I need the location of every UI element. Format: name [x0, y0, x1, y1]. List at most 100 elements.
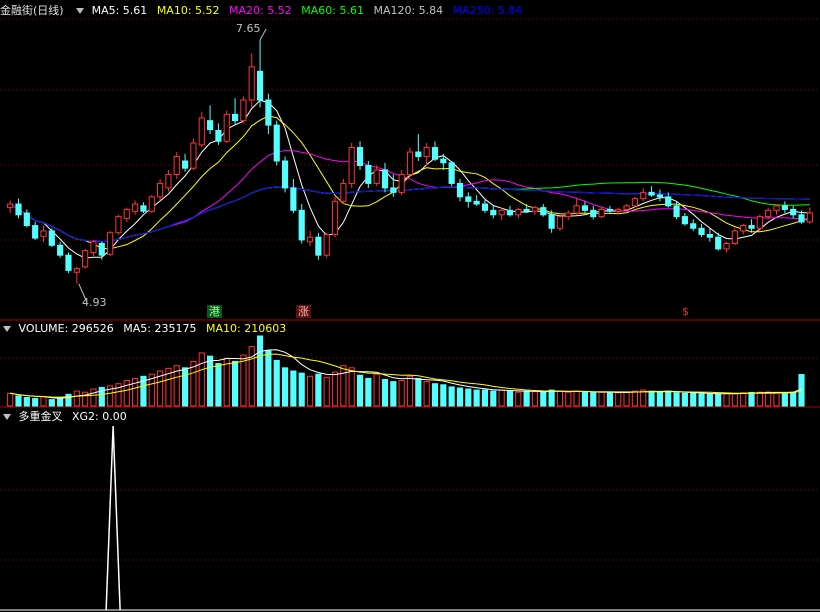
candle-body: [82, 250, 89, 268]
candle-body: [448, 162, 455, 184]
candle-body: [490, 209, 497, 216]
candle-body: [182, 160, 189, 169]
volume-bar: [615, 392, 622, 407]
volume-bar: [773, 391, 780, 407]
candle-body: [665, 196, 672, 207]
candle-body: [281, 160, 289, 189]
candle-body: [273, 124, 280, 162]
volume-bar: [706, 393, 713, 407]
candle-body: [631, 198, 638, 207]
volume-bar: [48, 399, 55, 407]
volume-bar: [198, 352, 205, 407]
candle-body: [90, 241, 97, 253]
indicator-value: XG2: 0.00: [72, 410, 127, 423]
candle-body: [215, 130, 222, 142]
candle-body: [606, 208, 613, 212]
volume-bar: [356, 374, 364, 407]
xg2-signal-spike: [105, 425, 121, 611]
high-price-label: 7.65: [236, 22, 261, 35]
volume-bar: [65, 393, 72, 407]
indicator-dropdown-icon[interactable]: [3, 413, 11, 420]
candle-body: [390, 187, 397, 193]
marker-zhang[interactable]: 涨: [296, 305, 311, 318]
candle-body: [715, 236, 722, 250]
candle-body: [623, 205, 630, 210]
candle-body: [231, 113, 239, 122]
volume-bar: [573, 390, 580, 407]
volume-bar: [73, 390, 80, 407]
volume-bar: [90, 388, 97, 407]
volume-bar: [298, 372, 305, 407]
volume-bar: [473, 389, 480, 407]
candle-body: [406, 151, 414, 175]
volume-bar: [390, 381, 397, 407]
volume-bar: [423, 381, 430, 407]
candle-body: [523, 208, 530, 212]
marker-dollar[interactable]: $: [680, 305, 691, 318]
volume-bar: [640, 389, 647, 407]
candle-body: [756, 216, 763, 229]
candle-body: [265, 99, 272, 126]
candle-body: [15, 203, 22, 216]
high-callout-line: [259, 28, 267, 41]
candle-body: [423, 147, 430, 158]
volume-bar: [306, 375, 314, 407]
volume-bar: [240, 354, 247, 407]
volume-bar: [481, 389, 489, 407]
main-legend: 金融街(日线) MA5: 5.61 MA10: 5.52 MA20: 5.52 …: [0, 3, 528, 19]
volume-bar: [548, 389, 555, 407]
volume-bar: [715, 393, 722, 407]
volume-bar: [32, 398, 39, 407]
volume-bar: [373, 373, 380, 407]
candle-body: [640, 191, 647, 200]
volume-bar: [40, 396, 47, 407]
candle-body: [240, 99, 247, 122]
marker-gang[interactable]: 港: [207, 305, 222, 318]
candle-body: [515, 208, 522, 216]
candle-body: [48, 230, 55, 246]
candle-body: [315, 236, 322, 256]
volume-bar: [273, 359, 280, 407]
candle-body: [456, 182, 464, 198]
candle-body: [581, 205, 589, 211]
low-price-label: 4.93: [82, 296, 107, 309]
candle-body: [723, 243, 730, 250]
high-price-value: 7.65: [236, 22, 261, 35]
candle-body: [398, 173, 405, 193]
volume-bar: [540, 391, 547, 407]
candle-body: [540, 207, 547, 216]
candle-body: [140, 205, 147, 212]
dropdown-triangle-icon[interactable]: [76, 7, 85, 14]
candle-body: [548, 214, 555, 229]
volume-bar: [290, 370, 297, 407]
volume-bar: [331, 371, 339, 407]
candle-body: [65, 254, 72, 271]
ma250-line: [9, 186, 810, 243]
volume-bar: [556, 390, 564, 407]
volume-bar: [207, 355, 214, 407]
volume-bar: [23, 397, 30, 407]
candle-body: [615, 208, 622, 212]
volume-bar: [656, 391, 663, 407]
candle-body: [565, 212, 572, 218]
candle-body: [673, 205, 680, 218]
volume-bar: [781, 392, 788, 407]
volume-dropdown-icon[interactable]: [3, 325, 11, 332]
candle-body: [656, 194, 663, 198]
candle-body: [132, 203, 139, 212]
candle-body: [765, 209, 772, 218]
ma10-line: [9, 115, 810, 250]
candle-body: [798, 214, 805, 223]
chart-canvas[interactable]: [0, 0, 820, 612]
ma120-legend: MA120: 5.84: [373, 4, 444, 17]
candle-body: [298, 209, 305, 241]
volume-bar: [648, 390, 655, 407]
volume-ma5: MA5: 235175: [123, 322, 197, 335]
candle-body: [323, 234, 330, 256]
candle-body: [506, 209, 514, 216]
candle-body: [40, 230, 47, 237]
candle-body: [773, 205, 780, 211]
candle-body: [415, 151, 422, 158]
candle-body: [498, 209, 505, 216]
candle-body: [198, 117, 205, 146]
